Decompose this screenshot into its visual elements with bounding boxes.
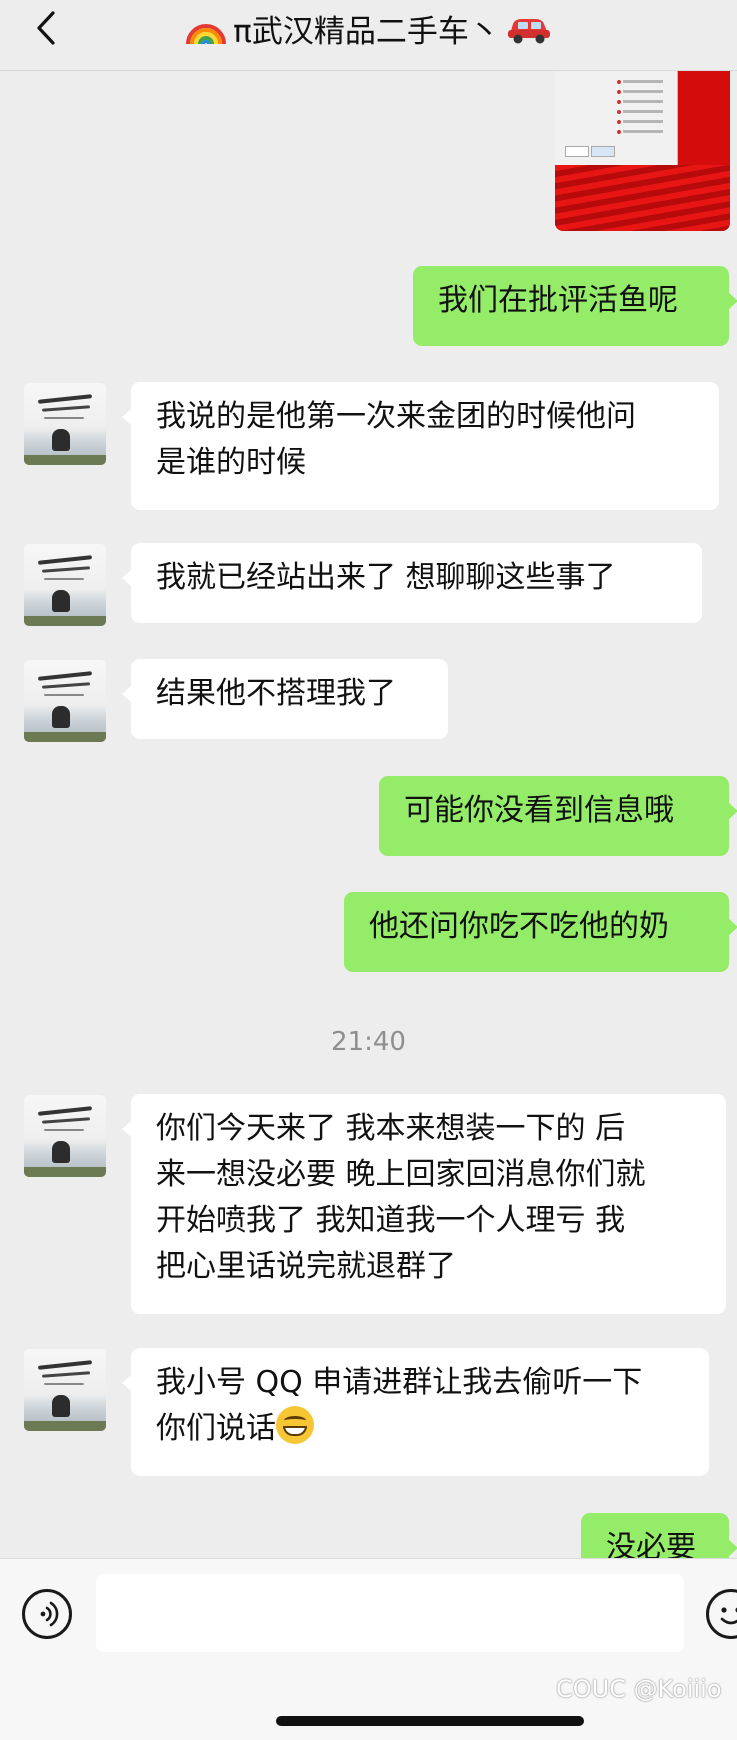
received-message[interactable]: 我就已经站出来了 想聊聊这些事了: [122, 543, 702, 623]
sent-message[interactable]: 我们在批评活鱼呢: [413, 266, 737, 346]
message-text: 没必要: [606, 1530, 696, 1558]
chat-message-list[interactable]: 我们在批评活鱼呢 我说的是他第一次来金团的时候他问 是谁的时候 我就已经站出来了…: [0, 70, 737, 1558]
rainbow-emoji-icon: [186, 24, 227, 45]
message-line: 开始喷我了 我知道我一个人理亏 我: [156, 1203, 626, 1238]
sent-message[interactable]: 可能你没看到信息哦: [379, 776, 737, 856]
message-text: 他还问你吃不吃他的奶: [369, 909, 669, 944]
avatar[interactable]: [24, 544, 106, 626]
received-message[interactable]: 我说的是他第一次来金团的时候他问 是谁的时候: [122, 382, 719, 510]
voice-button[interactable]: [22, 1589, 72, 1639]
chat-title-area[interactable]: π武汉精品二手车丶: [0, 8, 737, 50]
message-line-with-emoji: 你们说话: [156, 1406, 684, 1452]
emoji-icon: [720, 1607, 737, 1625]
watermark: COUC @Koiiio: [556, 1675, 722, 1703]
message-input[interactable]: [96, 1574, 684, 1652]
message-text: 我们在批评活鱼呢: [438, 283, 678, 318]
emoji-button[interactable]: [706, 1589, 737, 1639]
avatar[interactable]: [24, 383, 106, 465]
message-text: 结果他不搭理我了: [156, 676, 396, 711]
red-car-emoji-icon: [507, 19, 550, 44]
sent-message[interactable]: 没必要: [581, 1513, 737, 1558]
message-text: 你们说话: [156, 1411, 276, 1446]
avatar[interactable]: [24, 1349, 106, 1431]
message-text: 我就已经站出来了 想聊聊这些事了: [156, 560, 616, 595]
home-indicator: [276, 1716, 584, 1726]
image-message[interactable]: [555, 70, 730, 231]
message-line: 是谁的时候: [156, 445, 306, 480]
message-line: 我说的是他第一次来金团的时候他问: [156, 399, 636, 434]
grinning-face-emoji-icon: [276, 1406, 314, 1444]
timestamp: 21:40: [331, 1027, 406, 1057]
message-line: 你们今天来了 我本来想装一下的 后: [156, 1111, 626, 1146]
avatar[interactable]: [24, 660, 106, 742]
message-input-bar: COUC @Koiiio: [0, 1558, 737, 1740]
avatar[interactable]: [24, 1095, 106, 1177]
chat-title: π武汉精品二手车丶: [233, 13, 500, 50]
received-message[interactable]: 结果他不搭理我了: [122, 659, 448, 739]
voice-icon: [40, 1601, 59, 1627]
message-line: 来一想没必要 晚上回家回消息你们就: [156, 1157, 646, 1192]
screenshot-thumbnail-icon: [555, 70, 678, 165]
received-message[interactable]: 你们今天来了 我本来想装一下的 后 来一想没必要 晚上回家回消息你们就 开始喷我…: [122, 1094, 726, 1314]
message-line: 我小号 QQ 申请进群让我去偷听一下: [156, 1365, 643, 1400]
received-message[interactable]: 我小号 QQ 申请进群让我去偷听一下 你们说话: [122, 1348, 709, 1476]
message-text: 可能你没看到信息哦: [404, 793, 674, 828]
chat-header: π武汉精品二手车丶: [0, 0, 737, 71]
sent-message[interactable]: 他还问你吃不吃他的奶: [344, 892, 737, 972]
message-line: 把心里话说完就退群了: [156, 1249, 456, 1284]
